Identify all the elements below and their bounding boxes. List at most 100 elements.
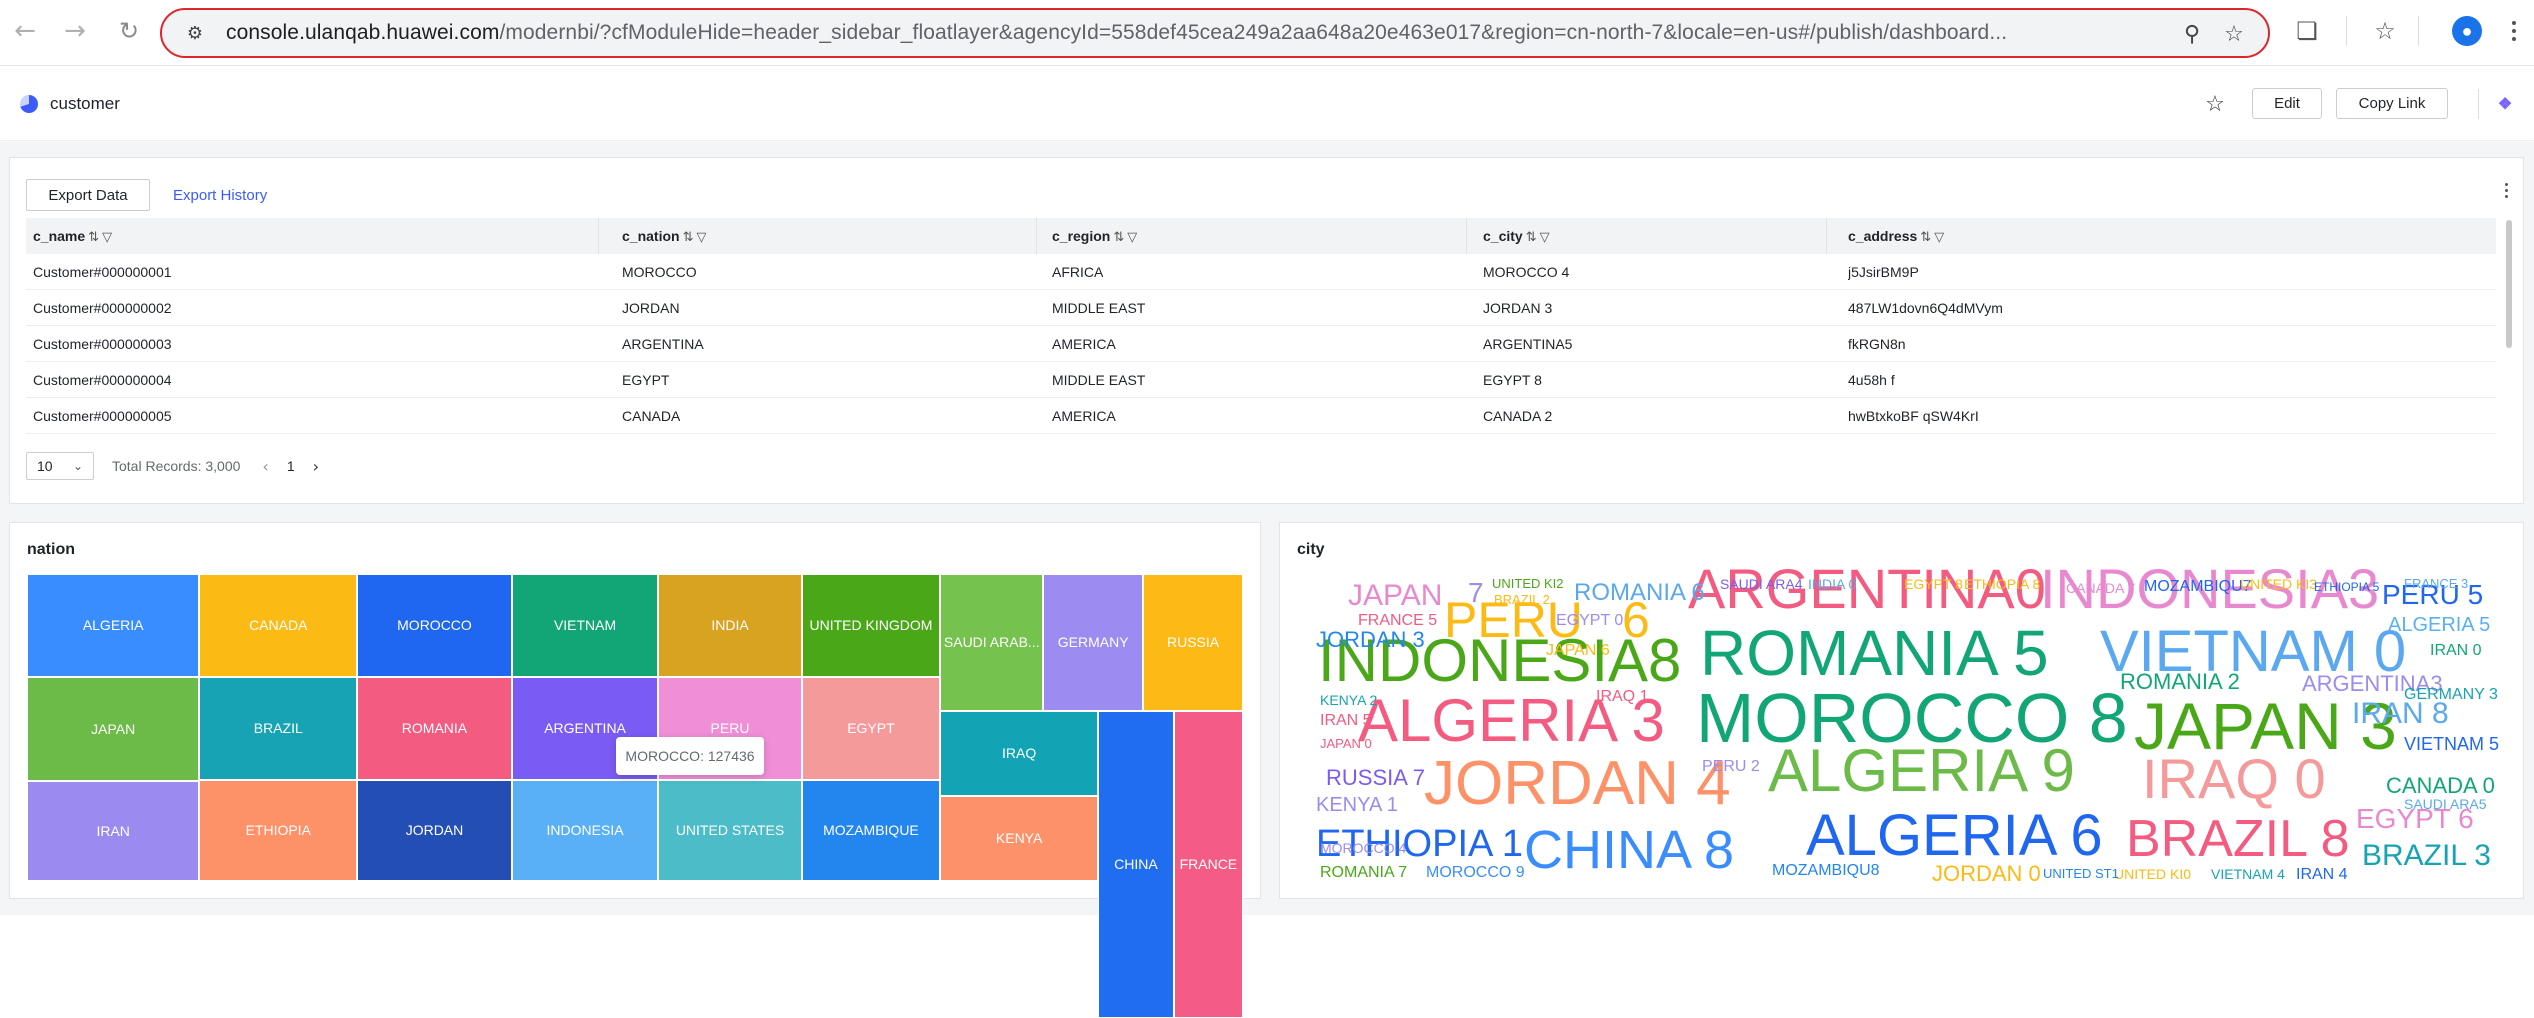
word-cloud-item[interactable]: UNITED KI0 — [2114, 867, 2191, 881]
column-header-c-nation[interactable]: c_nation ⇅ ▽ — [622, 218, 706, 254]
treemap-tile-mozambique[interactable]: MOZAMBIQUE — [801, 779, 941, 881]
word-cloud-item[interactable]: ROMANIA 5 — [1700, 621, 2049, 685]
column-divider[interactable] — [1036, 218, 1037, 254]
word-cloud-item[interactable]: JAPAN 6 — [1546, 643, 1610, 659]
export-data-button[interactable]: Export Data — [26, 179, 150, 211]
treemap-tile-india[interactable]: INDIA — [658, 574, 802, 677]
word-cloud-item[interactable]: ROMANIA 2 — [2120, 671, 2240, 693]
filter-icon[interactable]: ▽ — [1127, 230, 1137, 245]
next-page-icon[interactable]: › — [313, 457, 319, 476]
word-cloud-item[interactable]: KENYA 2 — [1320, 693, 1377, 707]
column-divider[interactable] — [1466, 218, 1467, 254]
prev-page-icon[interactable]: ‹ — [262, 457, 268, 476]
filter-icon[interactable]: ▽ — [1934, 230, 1944, 245]
word-cloud-item[interactable]: MOROCCO 9 — [1426, 865, 1525, 881]
word-cloud-item[interactable]: VIETNAM 4 — [2211, 867, 2285, 881]
word-cloud-item[interactable]: EGYPT 8 — [1904, 577, 1963, 591]
extensions-icon[interactable]: ❏ — [2290, 14, 2324, 48]
column-header-c-city[interactable]: c_city ⇅ ▽ — [1483, 218, 1550, 254]
city-word-cloud[interactable]: ARGENTINA0 INDONESIA3 ROMANIA 5 VIETNAM 0 IN… — [1296, 569, 2508, 887]
word-cloud-item[interactable]: ALGERIA 9 — [1768, 741, 2075, 801]
treemap-tile-jordan[interactable]: JORDAN — [357, 779, 512, 881]
word-cloud-item[interactable]: IRAN 5 — [1320, 713, 1372, 729]
filter-icon[interactable]: ▽ — [696, 230, 706, 245]
reload-icon[interactable]: ↻ — [112, 14, 146, 48]
word-cloud-item[interactable]: MOROCCO 4 — [1320, 841, 1406, 855]
word-cloud-item[interactable]: PERU 2 — [1702, 759, 1760, 775]
current-page[interactable]: 1 — [287, 458, 295, 474]
table-row[interactable]: Customer#000000002 JORDAN MIDDLE EAST JO… — [26, 290, 2496, 326]
word-cloud-item[interactable]: BRAZIL 3 — [2362, 841, 2491, 871]
word-cloud-item[interactable]: SAUDI ARA5 — [2404, 797, 2486, 811]
edit-button[interactable]: Edit — [2252, 88, 2322, 119]
word-cloud-item[interactable]: GERMANY 3 — [2404, 687, 2498, 703]
back-arrow-icon[interactable]: ← — [8, 14, 42, 48]
treemap-tile-china[interactable]: CHINA — [1098, 710, 1174, 1018]
column-divider[interactable] — [598, 218, 599, 254]
table-scrollbar[interactable] — [2504, 218, 2514, 440]
word-cloud-item[interactable]: SAUDI ARA4 — [1720, 577, 1802, 591]
word-cloud-item[interactable]: UNITED ST1 — [2043, 867, 2119, 880]
treemap-tile-brazil[interactable]: BRAZIL — [199, 676, 358, 780]
treemap-tile-iraq[interactable]: IRAQ — [940, 710, 1099, 796]
bookmark-star-icon[interactable]: ☆ — [2220, 20, 2248, 48]
treemap-tile-japan[interactable]: JAPAN — [27, 676, 200, 782]
treemap-tile-russia[interactable]: RUSSIA — [1143, 574, 1243, 711]
profile-icon[interactable]: ● — [2452, 16, 2482, 46]
word-cloud-item[interactable]: IRAQ 1 — [1596, 689, 1648, 705]
nation-treemap[interactable]: ALGERIA CANADA MOROCCO VIETNAM INDIA UNITED K… — [27, 574, 1243, 1018]
word-cloud-item[interactable]: MOZAMBIQU8 — [1772, 863, 1880, 879]
brand-icon[interactable]: ❖ — [2494, 93, 2516, 115]
word-cloud-item[interactable]: IRAN 8 — [2352, 699, 2449, 729]
sort-icon[interactable]: ⇅ — [683, 230, 694, 245]
word-cloud-item[interactable]: CANADA 7 — [2066, 581, 2135, 595]
scrollbar-thumb[interactable] — [2506, 220, 2512, 348]
word-cloud-item[interactable]: INDIA 0 — [1808, 577, 1856, 591]
table-row[interactable]: Customer#000000003 ARGENTINA AMERICA ARG… — [26, 326, 2496, 362]
site-settings-icon[interactable]: ⚙ — [184, 22, 206, 44]
word-cloud-item[interactable]: FRANCE 3 — [2404, 577, 2468, 590]
word-cloud-item[interactable]: MOZAMBIQU7 — [2144, 579, 2252, 595]
treemap-tile-iran[interactable]: IRAN — [27, 781, 200, 881]
word-cloud-item[interactable]: 7 — [1468, 579, 1484, 607]
url-text[interactable]: console.ulanqab.huawei.com/modernbi/?cfM… — [226, 21, 2146, 45]
word-cloud-item[interactable]: ROMANIA 7 — [1320, 865, 1407, 881]
treemap-tile-united-states[interactable]: UNITED STATES — [658, 779, 802, 881]
word-cloud-item[interactable]: UNITED KI3 — [2240, 577, 2317, 591]
address-bar[interactable]: ⚙ console.ulanqab.huawei.com/modernbi/?c… — [160, 8, 2270, 58]
favorite-star-icon[interactable]: ☆ — [2200, 89, 2230, 119]
word-cloud-item[interactable]: ALGERIA 6 — [1806, 807, 2103, 865]
treemap-tile-ethiopia[interactable]: ETHIOPIA — [199, 779, 358, 881]
export-history-link[interactable]: Export History — [173, 187, 267, 204]
treemap-tile-egypt[interactable]: EGYPT — [801, 676, 941, 780]
filter-icon[interactable]: ▽ — [1540, 230, 1550, 245]
column-header-c-region[interactable]: c_region ⇅ ▽ — [1052, 218, 1137, 254]
zoom-icon[interactable]: ⚲ — [2178, 20, 2206, 48]
word-cloud-item[interactable]: ETHIOPIA 8 — [1964, 577, 2040, 591]
word-cloud-item[interactable]: EGYPT 0 — [1556, 613, 1623, 629]
sort-icon[interactable]: ⇅ — [1526, 230, 1537, 245]
treemap-tile-united-kingdom[interactable]: UNITED KINGDOM — [801, 574, 941, 677]
word-cloud-item[interactable]: VIETNAM 5 — [2404, 735, 2499, 753]
treemap-tile-romania[interactable]: ROMANIA — [357, 676, 512, 780]
treemap-tile-vietnam[interactable]: VIETNAM — [511, 574, 659, 677]
treemap-tile-france[interactable]: FRANCE — [1173, 710, 1243, 1018]
word-cloud-item[interactable]: CHINA 8 — [1524, 823, 1734, 877]
word-cloud-item[interactable]: JAPAN 0 — [1320, 737, 1372, 750]
word-cloud-item[interactable]: JORDAN 3 — [1316, 629, 1425, 651]
sort-icon[interactable]: ⇅ — [1113, 230, 1124, 245]
column-header-c-address[interactable]: c_address ⇅ ▽ — [1848, 218, 1944, 254]
treemap-tile-morocco[interactable]: MOROCCO — [357, 574, 512, 677]
word-cloud-item[interactable]: BRAZIL 2 — [1494, 593, 1550, 606]
word-cloud-item[interactable]: IRAQ 0 — [2142, 751, 2326, 807]
word-cloud-item[interactable]: JAPAN — [1348, 581, 1442, 611]
word-cloud-item[interactable]: KENYA 1 — [1316, 795, 1398, 815]
treemap-tile-saudi-arab[interactable]: SAUDI ARAB... — [940, 574, 1044, 711]
column-header-c-name[interactable]: c_name ⇅ ▽ — [33, 218, 112, 254]
word-cloud-item[interactable]: IRAN 4 — [2296, 867, 2348, 883]
treemap-tile-canada[interactable]: CANADA — [199, 574, 358, 677]
treemap-tile-algeria[interactable]: ALGERIA — [27, 574, 200, 677]
page-size-select[interactable]: 10 ⌄ — [26, 452, 94, 480]
bookmarks-icon[interactable]: ☆ — [2368, 14, 2402, 48]
word-cloud-item[interactable]: RUSSIA 7 — [1326, 767, 1425, 789]
